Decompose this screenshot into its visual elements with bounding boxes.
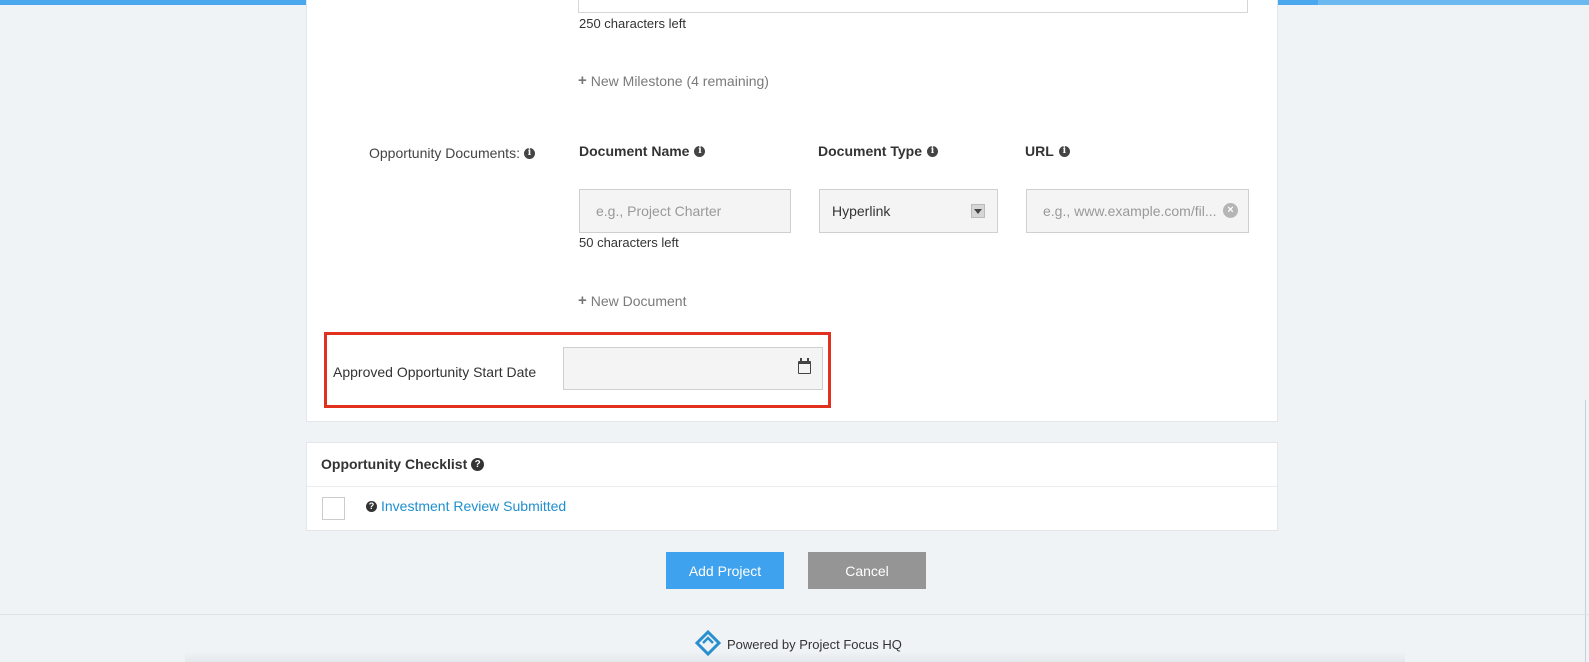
start-date-input[interactable] (563, 347, 823, 390)
document-url-placeholder: e.g., www.example.com/fil... (1043, 203, 1217, 219)
info-icon[interactable]: i (523, 147, 535, 159)
help-icon[interactable]: ? (366, 500, 377, 512)
new-document-label: New Document (590, 292, 687, 309)
url-header-text: URL (1025, 143, 1054, 159)
checklist-divider (307, 486, 1277, 487)
info-icon[interactable]: i (1058, 145, 1070, 157)
document-name-input[interactable]: e.g., Project Charter (579, 189, 791, 233)
milestone-chars-left: 250 characters left (579, 16, 686, 31)
new-milestone-link[interactable]: + New Milestone (4 remaining) (578, 72, 769, 89)
checklist-title-text: Opportunity Checklist (321, 456, 468, 472)
help-icon[interactable]: ? (471, 457, 485, 471)
document-type-value: Hyperlink (832, 203, 891, 219)
checklist-title: Opportunity Checklist ? (321, 456, 485, 472)
top-bar-segment-light (1318, 0, 1589, 5)
opportunity-documents-text: Opportunity Documents: (369, 145, 520, 161)
start-date-label: Approved Opportunity Start Date (333, 364, 537, 380)
checklist-item-label[interactable]: Investment Review Submitted (381, 498, 566, 514)
plus-icon: + (578, 292, 587, 309)
clear-icon[interactable]: × (1223, 203, 1238, 218)
scrollbar-edge (1585, 400, 1586, 662)
calendar-icon[interactable] (798, 358, 811, 374)
footer-divider (0, 614, 1589, 615)
document-type-header: Document Type i (818, 143, 938, 159)
document-type-select[interactable]: Hyperlink (819, 189, 998, 233)
checklist-item-checkbox[interactable] (322, 497, 345, 520)
document-url-input[interactable]: e.g., www.example.com/fil... × (1026, 189, 1249, 233)
checklist-item[interactable]: ? Investment Review Submitted (366, 498, 566, 514)
add-project-button[interactable]: Add Project (666, 552, 784, 589)
info-icon[interactable]: i (694, 145, 706, 157)
footer: Powered by Project Focus HQ (694, 629, 902, 659)
document-name-header-text: Document Name (579, 143, 690, 159)
footer-text: Powered by Project Focus HQ (727, 637, 902, 652)
opportunity-documents-label: Opportunity Documents: i (369, 145, 535, 161)
document-name-placeholder: e.g., Project Charter (596, 203, 722, 219)
plus-icon: + (578, 72, 587, 89)
document-name-chars-left: 50 characters left (579, 235, 679, 250)
document-type-header-text: Document Type (818, 143, 922, 159)
logo-icon (694, 629, 722, 659)
url-header: URL i (1025, 143, 1070, 159)
new-milestone-label: New Milestone (4 remaining) (590, 72, 769, 89)
caret-down-icon[interactable] (971, 204, 985, 218)
milestone-description-textarea[interactable] (578, 0, 1248, 13)
document-name-header: Document Name i (579, 143, 706, 159)
info-icon[interactable]: i (926, 145, 938, 157)
cancel-button[interactable]: Cancel (808, 552, 926, 589)
new-document-link[interactable]: + New Document (578, 292, 686, 309)
